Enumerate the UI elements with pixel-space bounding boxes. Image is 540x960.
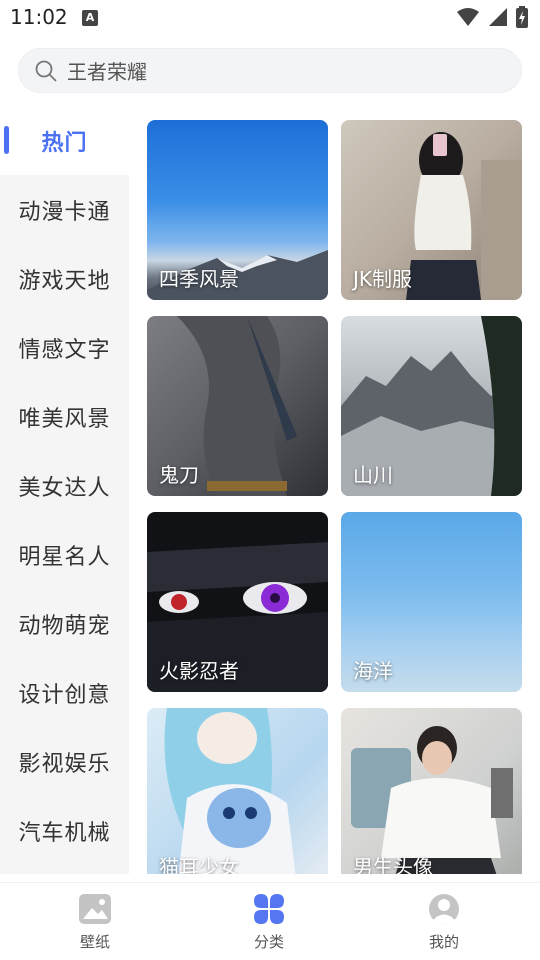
category-card-naruto[interactable]: 火影忍者: [147, 512, 328, 692]
category-card-mountains[interactable]: 山川: [341, 316, 522, 496]
category-card-ocean[interactable]: 海洋: [341, 512, 522, 692]
person-image: [351, 726, 513, 874]
anime-girl-image: [164, 708, 296, 874]
card-label: 猫耳少女: [159, 855, 239, 874]
grid-icon: [254, 894, 284, 924]
nav-item-categories[interactable]: 分类: [209, 893, 329, 957]
category-card-boy-avatar[interactable]: 男生头像: [341, 708, 522, 874]
card-label: JK制服: [353, 267, 413, 291]
image-icon: [79, 894, 111, 924]
card-label: 鬼刀: [159, 463, 199, 487]
nav-label: 我的: [428, 933, 459, 951]
card-label: 四季风景: [159, 267, 239, 291]
user-icon: [429, 894, 459, 924]
category-card-jk-uniform[interactable]: JK制服: [341, 120, 522, 300]
category-grid: 四季风景 JK制服 鬼刀 山川 火影忍者 海洋 猫耳少女 男生头像: [0, 0, 540, 874]
card-label: 海洋: [353, 659, 393, 683]
nav-label: 分类: [253, 933, 284, 951]
category-card-ghost-blade[interactable]: 鬼刀: [147, 316, 328, 496]
card-label: 火影忍者: [159, 659, 239, 683]
card-label: 山川: [353, 463, 393, 487]
card-label: 男生头像: [353, 855, 433, 874]
nav-item-profile[interactable]: 我的: [384, 893, 504, 957]
nav-label: 壁纸: [79, 933, 110, 951]
nav-item-wallpaper[interactable]: 壁纸: [35, 893, 155, 957]
category-card-seasons-scenery[interactable]: 四季风景: [147, 120, 328, 300]
category-card-cat-girl[interactable]: 猫耳少女: [147, 708, 328, 874]
bottom-navigation: 壁纸 分类 我的: [0, 882, 540, 960]
